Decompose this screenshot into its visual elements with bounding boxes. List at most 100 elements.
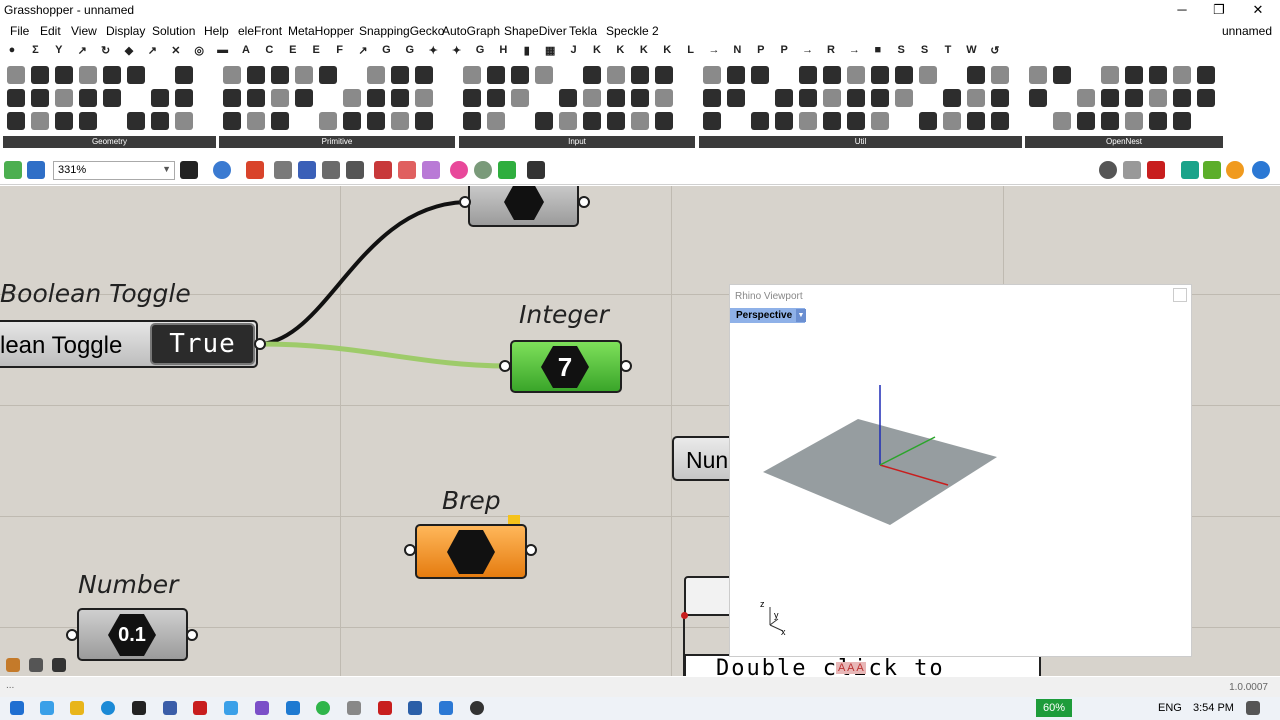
component-icon[interactable] <box>1101 112 1119 130</box>
component-icon[interactable] <box>247 66 265 84</box>
component-icon[interactable] <box>583 112 601 130</box>
component-icon[interactable] <box>727 89 745 107</box>
component-icon[interactable] <box>223 89 241 107</box>
close-button[interactable]: ✕ <box>1248 2 1268 18</box>
panel-icon[interactable] <box>527 161 545 179</box>
component-icon[interactable] <box>175 66 193 84</box>
component-icon[interactable] <box>967 66 985 84</box>
number-component[interactable]: 0.1 <box>77 608 188 661</box>
component-icon[interactable] <box>1125 89 1143 107</box>
shaded-preview-icon[interactable] <box>1099 161 1117 179</box>
windows-start-icon[interactable] <box>10 701 24 715</box>
component-icon[interactable] <box>799 89 817 107</box>
component-tab-36[interactable]: → <box>848 44 860 56</box>
component-icon[interactable] <box>463 112 481 130</box>
menu-shapediver[interactable]: ShapeDiver <box>504 24 567 38</box>
component-icon[interactable] <box>775 89 793 107</box>
component-icon[interactable] <box>319 112 337 130</box>
minimize-button[interactable]: ─ <box>1172 2 1192 17</box>
component-tab-7[interactable]: ✕ <box>170 44 182 57</box>
component-icon[interactable] <box>1053 112 1071 130</box>
menu-elefront[interactable]: eleFront <box>238 24 282 38</box>
vscode-icon[interactable] <box>286 701 300 715</box>
widget-camera-icon[interactable] <box>52 658 66 672</box>
component-icon[interactable] <box>583 89 601 107</box>
component-icon[interactable] <box>967 89 985 107</box>
component-icon[interactable] <box>559 89 577 107</box>
notifications-icon[interactable] <box>1246 701 1260 715</box>
component-icon[interactable] <box>103 66 121 84</box>
file-explorer-icon[interactable] <box>70 701 84 715</box>
component-icon[interactable] <box>1029 66 1047 84</box>
component-icon[interactable] <box>823 112 841 130</box>
component-icon[interactable] <box>991 112 1009 130</box>
component-icon[interactable] <box>1149 112 1167 130</box>
component-icon[interactable] <box>1077 112 1095 130</box>
material-preview-icon[interactable] <box>1226 161 1244 179</box>
open-file-icon[interactable] <box>4 161 22 179</box>
component-icon[interactable] <box>703 66 721 84</box>
component-icon[interactable] <box>1125 112 1143 130</box>
component-icon[interactable] <box>535 112 553 130</box>
component-icon[interactable] <box>271 89 289 107</box>
component-icon[interactable] <box>799 112 817 130</box>
component-tab-1[interactable]: Σ <box>29 44 41 56</box>
component-icon[interactable] <box>175 112 193 130</box>
component-icon[interactable] <box>415 89 433 107</box>
save-file-icon[interactable] <box>27 161 45 179</box>
input-grip[interactable] <box>459 196 471 208</box>
component-icon[interactable] <box>1149 89 1167 107</box>
component-icon[interactable] <box>463 66 481 84</box>
task-view-icon[interactable] <box>40 701 54 715</box>
cluster-icon[interactable] <box>422 161 440 179</box>
menu-autograph[interactable]: AutoGraph <box>442 24 500 38</box>
component-tab-33[interactable]: P <box>778 44 790 56</box>
component-icon[interactable] <box>223 66 241 84</box>
component-icon[interactable] <box>31 66 49 84</box>
component-icon[interactable] <box>943 89 961 107</box>
component-tab-30[interactable]: → <box>708 44 720 56</box>
component-icon[interactable] <box>607 89 625 107</box>
component-icon[interactable] <box>55 112 73 130</box>
grasshopper-app-icon[interactable] <box>132 701 146 715</box>
number-input-grip[interactable] <box>66 629 78 641</box>
menu-speckle[interactable]: Speckle 2 <box>606 24 659 38</box>
maximize-button[interactable]: ❐ <box>1209 2 1229 18</box>
component-icon[interactable] <box>79 89 97 107</box>
component-icon[interactable] <box>31 112 49 130</box>
number-output-grip[interactable] <box>186 629 198 641</box>
component-tab-22[interactable]: ▮ <box>521 44 533 57</box>
component-tab-31[interactable]: N <box>731 44 743 56</box>
component-tab-2[interactable]: Y <box>53 44 65 56</box>
component-icon[interactable] <box>631 112 649 130</box>
acrobat-icon[interactable] <box>378 701 392 715</box>
component-icon[interactable] <box>1029 89 1047 107</box>
zoom-extents-icon[interactable] <box>180 161 198 179</box>
wire-display-icon[interactable] <box>346 161 364 179</box>
component-icon[interactable] <box>487 66 505 84</box>
component-icon[interactable] <box>871 112 889 130</box>
component-icon[interactable] <box>631 89 649 107</box>
component-icon[interactable] <box>79 112 97 130</box>
component-icon[interactable] <box>1173 66 1191 84</box>
component-icon[interactable] <box>703 112 721 130</box>
component-tab-26[interactable]: K <box>614 44 626 56</box>
menu-solution[interactable]: Solution <box>152 24 195 38</box>
component-tab-20[interactable]: G <box>474 44 486 56</box>
component-icon[interactable] <box>223 112 241 130</box>
component-icon[interactable] <box>79 66 97 84</box>
app-window-icon[interactable] <box>408 701 422 715</box>
menu-file[interactable]: File <box>10 24 29 38</box>
component-icon[interactable] <box>151 89 169 107</box>
menu-view[interactable]: View <box>71 24 97 38</box>
component-icon[interactable] <box>703 89 721 107</box>
component-icon[interactable] <box>175 89 193 107</box>
component-tab-9[interactable]: ▬ <box>217 44 229 56</box>
sketch-pen-icon[interactable] <box>246 161 264 179</box>
rhino-viewport-window[interactable]: Rhino Viewport Perspective ▼ z y x <box>729 284 1192 657</box>
component-icon[interactable] <box>1173 89 1191 107</box>
component-icon[interactable] <box>823 66 841 84</box>
selected-preview-icon[interactable] <box>1147 161 1165 179</box>
component-icon[interactable] <box>127 112 145 130</box>
component-tab-18[interactable]: ✦ <box>427 44 439 57</box>
